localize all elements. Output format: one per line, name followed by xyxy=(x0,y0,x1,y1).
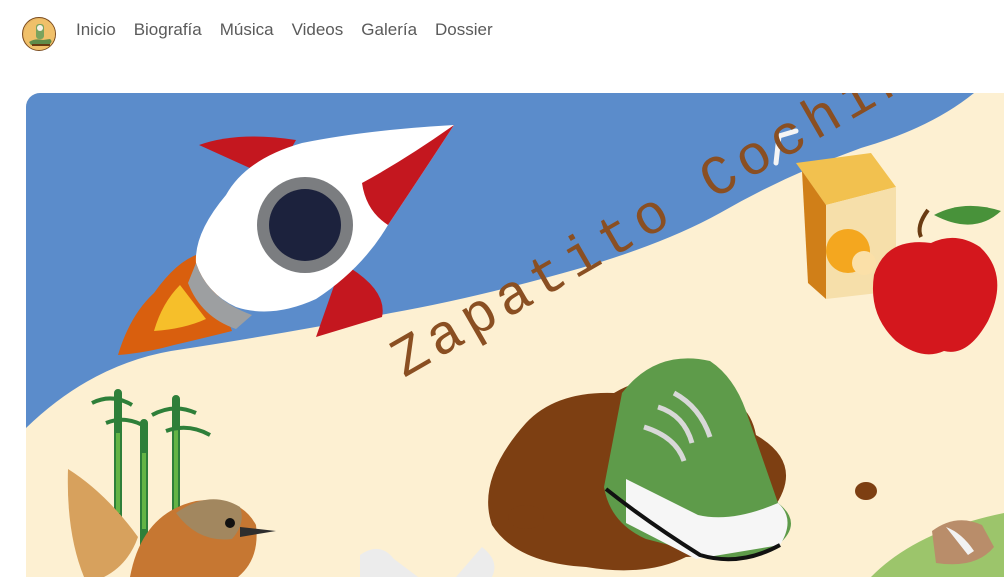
hero-banner: Zapatito Cochinito xyxy=(26,93,1004,577)
nav-link-inicio[interactable]: Inicio xyxy=(76,19,125,41)
hero-illustration: Zapatito Cochinito xyxy=(26,93,1004,577)
nav-link-musica[interactable]: Música xyxy=(220,19,283,41)
main-menu: Inicio Biografía Música Videos Galería D… xyxy=(76,19,511,41)
nav-link-galeria[interactable]: Galería xyxy=(361,19,426,41)
skull-illustration xyxy=(360,547,495,577)
nav-link-videos[interactable]: Videos xyxy=(292,19,353,41)
band-logo-icon[interactable] xyxy=(22,17,56,51)
bird-illustration xyxy=(67,469,276,577)
top-navigation: Inicio Biografía Música Videos Galería D… xyxy=(0,0,1004,62)
nav-link-biografia[interactable]: Biografía xyxy=(134,19,211,41)
nav-link-dossier[interactable]: Dossier xyxy=(435,19,502,41)
